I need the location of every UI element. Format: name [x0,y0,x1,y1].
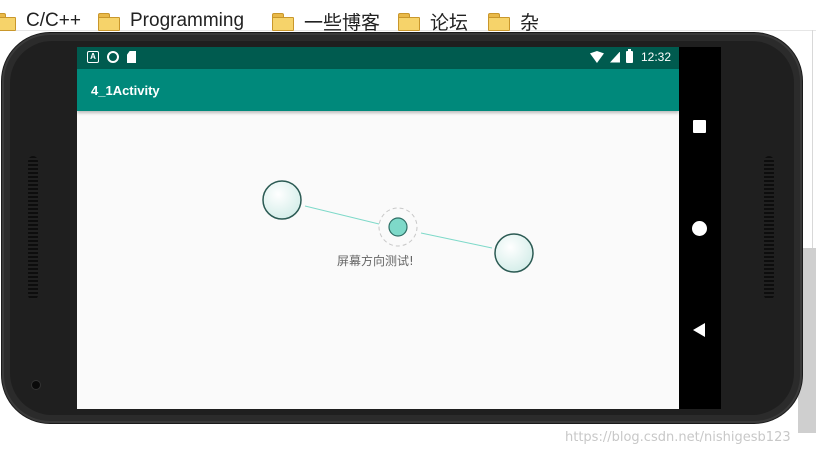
bookmark-blogs[interactable]: 一些博客 [272,8,380,34]
bookmarks-bar: C/C++ Programming 一些博客 论坛 杂 [0,0,816,34]
home-circle-icon[interactable] [692,221,707,236]
orientation-canvas [262,180,534,273]
bookmark-label: C/C++ [26,10,81,31]
right-knob-circle[interactable] [494,233,534,273]
folder-icon [0,12,16,31]
camera-icon [32,381,40,389]
connector-line-right [420,232,493,249]
folder-icon [98,12,120,31]
bookmark-label: 论坛 [430,12,469,34]
watermark-text: https://blog.csdn.net/nishigesb123 [565,430,791,445]
bookmark-programming[interactable]: Programming [98,8,244,34]
bookmark-misc[interactable]: 杂 [488,8,539,34]
folder-icon [398,12,420,31]
bookmark-label: 一些博客 [304,12,381,34]
back-triangle-icon[interactable] [693,323,705,337]
connector-line-left [304,205,380,225]
bookmark-label: 杂 [520,12,540,34]
folder-icon [488,12,510,31]
speaker-grille-right [764,156,774,300]
device-screen: A 12:32 4_1Activity 屏幕方向测试! [77,47,679,409]
folder-icon [272,12,294,31]
speaker-grille-left [28,156,38,300]
recents-square-icon[interactable] [693,120,706,133]
left-knob-circle[interactable] [262,180,302,220]
bookmark-c-cpp[interactable]: C/C++ [0,8,81,34]
bookmark-label: Programming [130,10,245,31]
navigation-bar [679,47,721,409]
center-pivot-dot[interactable] [388,217,408,237]
divider [812,30,813,250]
bookmark-forums[interactable]: 论坛 [398,8,468,34]
orientation-caption: 屏幕方向测试! [337,254,414,268]
